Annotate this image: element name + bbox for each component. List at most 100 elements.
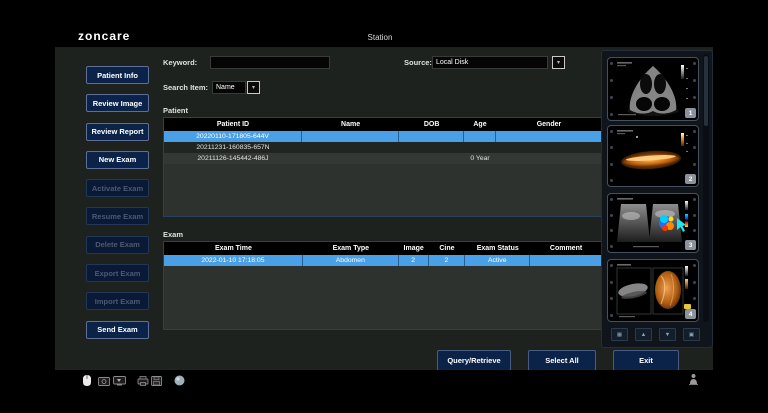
film-sprockets [609,130,614,182]
review-report-button[interactable]: Review Report [86,123,149,141]
export-exam-button: Export Exam [86,264,149,282]
thumbnail-number-badge: 4 [685,309,696,319]
cine-count-cell: 2 [429,255,466,266]
exam-type-cell: Abdomen [303,255,399,266]
patient-table: Patient ID Name DOB Age Gender 20220110-… [163,117,603,217]
thumbnail-2[interactable]: 2 [607,125,699,187]
last-page-icon: ▣ [689,332,694,338]
column-header: Age [464,118,496,131]
patient-id-cell: 20211231-160835-657N [164,142,302,153]
source-dropdown-button[interactable]: ▾ [552,56,565,69]
patient-row[interactable]: 20211231-160835-657N [164,142,602,153]
printer-icon [137,376,149,386]
review-image-button[interactable]: Review Image [86,94,149,112]
orange-doppler-band-thumbnail [615,128,693,186]
thumbnail-1[interactable]: 1 [607,57,699,121]
column-header: Name [302,118,399,131]
column-header: Exam Time [164,242,303,255]
thumbnail-grid-button[interactable]: ▦ [611,328,628,341]
exit-button[interactable]: Exit [613,350,679,371]
new-exam-button[interactable]: New Exam [86,151,149,169]
grid-icon: ▦ [617,332,622,338]
print-status-icon [688,373,699,386]
status-bar [0,370,768,413]
dob-cell [399,142,464,153]
name-cell [302,142,399,153]
thumbnail-number-badge: 3 [685,240,696,250]
column-header: DOB [399,118,464,131]
storage-icon [151,376,162,386]
monitor-icon [113,376,126,386]
image-count-cell: 2 [399,255,429,266]
column-header: Patient ID [164,118,302,131]
delete-exam-button: Delete Exam [86,236,149,254]
film-sprockets [609,264,614,317]
column-header: Image [399,242,429,255]
age-cell: 0 Year [464,153,496,164]
source-select[interactable]: Local Disk [432,56,548,69]
gender-cell [496,153,602,164]
scroll-down-button[interactable]: ▼ [659,328,676,341]
column-header: Exam Status [465,242,530,255]
gender-cell [496,142,602,153]
thumbnail-scrollbar[interactable] [703,54,709,322]
zoncare-logo: zoncare [78,29,130,43]
patient-id-cell: 20211126-145442-486J [164,153,302,164]
source-label: Source: [404,58,432,67]
scroll-up-button[interactable]: ▲ [635,328,652,341]
patient-info-button[interactable]: Patient Info [86,66,149,84]
patient-section-label: Patient [163,106,188,115]
camera-icon [98,376,110,386]
exam-status-cell: Active [465,255,530,266]
exam-time-cell: 2022-01-10 17:18:05 [164,255,303,266]
column-header: Exam Type [303,242,399,255]
film-sprockets [609,62,614,116]
chevron-down-icon: ▾ [252,84,255,91]
dob-cell [399,131,464,142]
patient-id-cell: 20220110-171805-644V [164,131,302,142]
exam-section-label: Exam [163,230,183,239]
exam-row-selected[interactable]: 2022-01-10 17:18:05 Abdomen 2 2 Active [164,255,602,266]
film-sprockets [609,198,614,248]
mouse-icon [82,374,92,387]
search-item-label: Search Item: [163,83,208,92]
abdomen-3d-render-thumbnail [615,262,693,321]
search-item-select[interactable]: Name [212,81,246,94]
sidebar: Patient Info Review Image Review Report … [86,66,149,339]
gender-cell [496,131,602,142]
exam-table: Exam Time Exam Type Image Cine Exam Stat… [163,241,603,330]
keyword-input[interactable] [210,56,330,69]
resume-exam-button: Resume Exam [86,207,149,225]
thumbnail-number-badge: 2 [685,174,696,184]
patient-row-selected[interactable]: 20220110-171805-644V [164,131,602,142]
keyword-label: Keyword: [163,58,197,67]
name-cell [302,153,399,164]
dual-abdomen-color-doppler-thumbnail [615,196,693,252]
column-header: Comment [530,242,602,255]
select-all-button[interactable]: Select All [528,350,596,371]
thumbnail-4[interactable]: 4 [607,259,699,322]
patient-table-header: Patient ID Name DOB Age Gender [164,118,602,131]
scrollbar-thumb[interactable] [704,56,708,126]
dob-cell [399,153,464,164]
age-cell [464,142,496,153]
import-exam-button: Import Exam [86,292,149,310]
name-cell [302,131,399,142]
page-title: Station [300,33,460,42]
send-exam-button[interactable]: Send Exam [86,321,149,339]
search-item-dropdown-button[interactable]: ▾ [247,81,260,94]
station-screen: zoncare Station Patient Info Review Imag… [0,0,768,413]
query-retrieve-button[interactable]: Query/Retrieve [437,350,511,371]
thumbnail-3[interactable]: 3 [607,193,699,253]
thumbnail-last-button[interactable]: ▣ [683,328,700,341]
activate-exam-button: Activate Exam [86,179,149,197]
patient-row[interactable]: 20211126-145442-486J 0 Year [164,153,602,164]
chevron-down-icon: ▾ [557,59,560,66]
column-header: Gender [496,118,602,131]
arrow-up-icon: ▲ [641,332,646,338]
age-cell [464,131,496,142]
exam-table-header: Exam Time Exam Type Image Cine Exam Stat… [164,242,602,255]
trackball-icon [174,375,185,386]
cardiac-four-chamber-thumbnail [615,60,693,120]
arrow-down-icon: ▼ [665,332,670,338]
